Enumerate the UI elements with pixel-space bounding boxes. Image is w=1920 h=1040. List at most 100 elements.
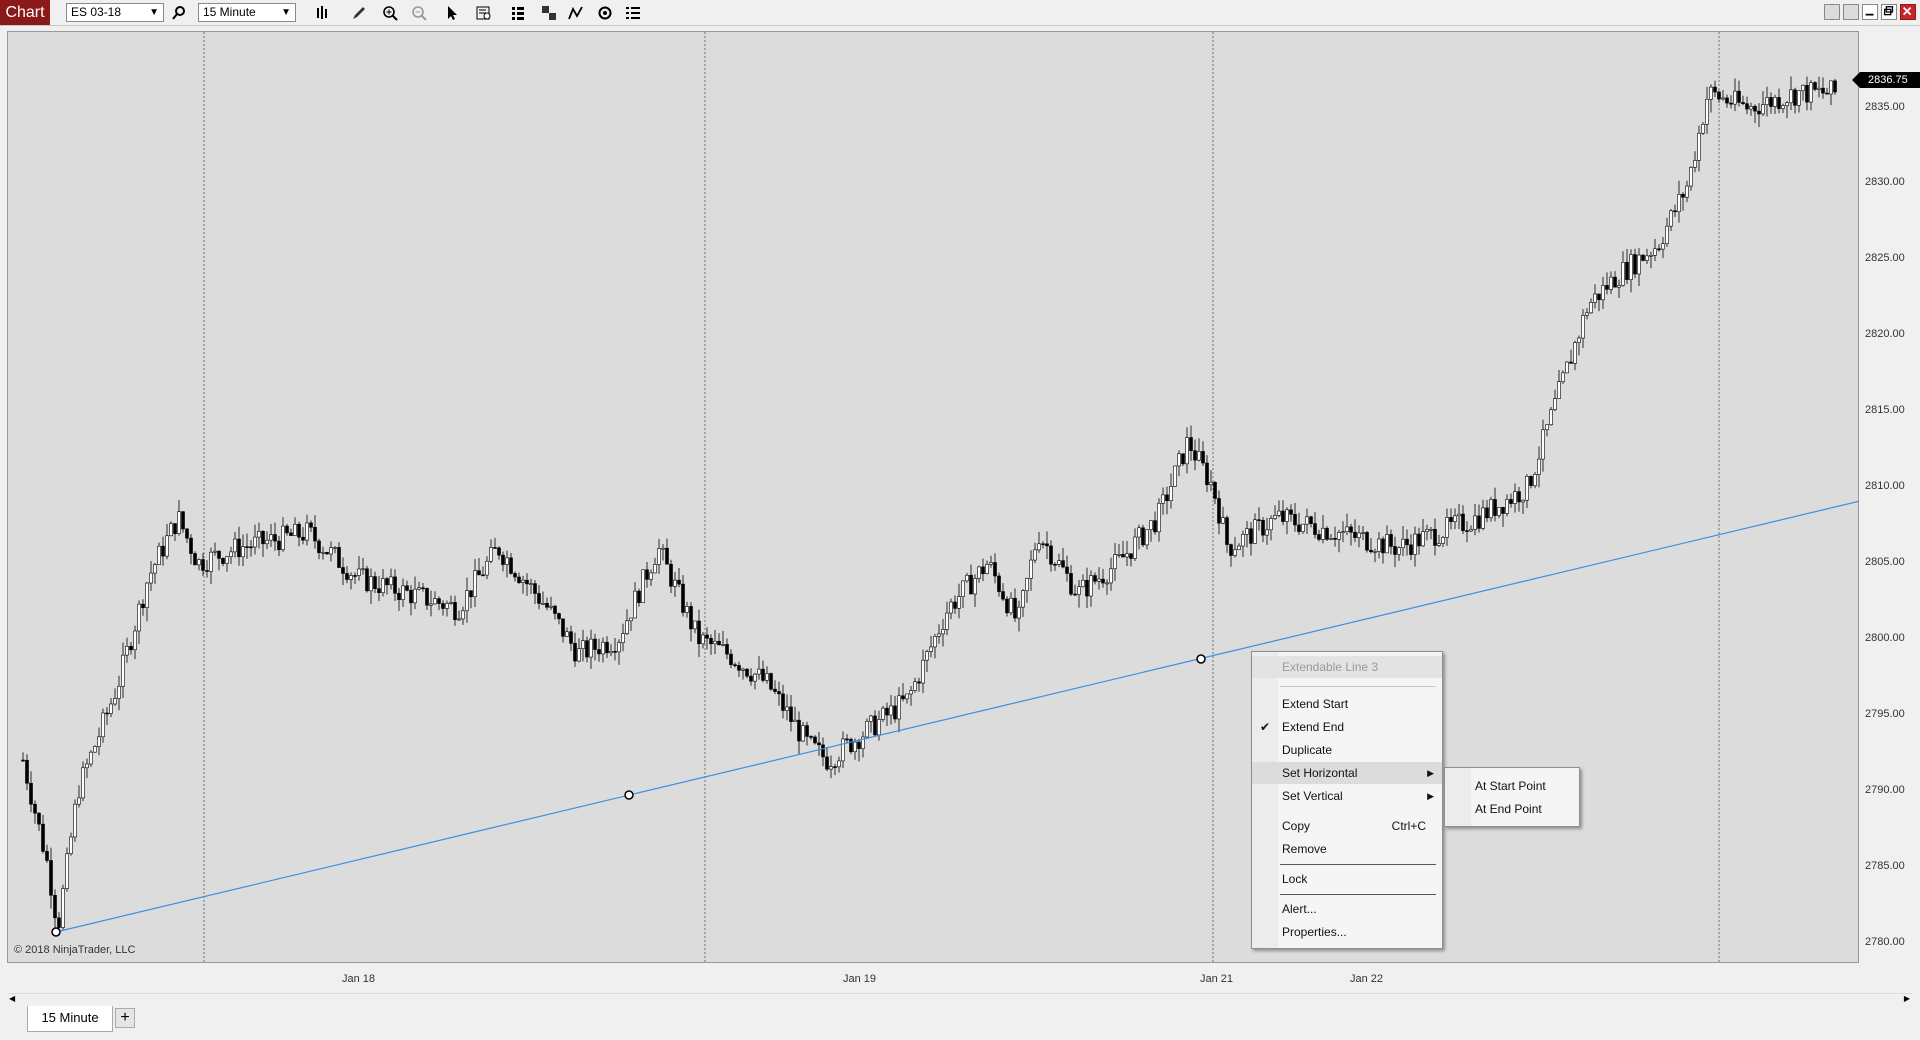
search-icon[interactable] xyxy=(169,3,189,23)
menu-set-vertical[interactable]: Set Vertical ▶ xyxy=(1252,785,1442,807)
menu-remove[interactable]: Remove xyxy=(1252,838,1442,860)
candle-body xyxy=(1157,502,1161,533)
time-axis[interactable]: Jan 18 Jan 19 Jan 21 Jan 22 xyxy=(7,963,1859,993)
trend-line-end-anchor[interactable] xyxy=(1196,654,1206,664)
candle-body xyxy=(797,719,801,742)
menu-set-horizontal[interactable]: Set Horizontal ▶ xyxy=(1252,762,1442,784)
candle-body xyxy=(49,860,53,896)
candle-body xyxy=(1181,453,1185,465)
candle-body xyxy=(69,836,73,854)
scroll-right-icon[interactable]: ▶ xyxy=(1904,994,1910,1003)
chart-tab-bar: 15 Minute + xyxy=(0,1005,1920,1040)
chart-panel[interactable]: © 2018 NinjaTrader, LLC xyxy=(7,31,1860,964)
candle-body xyxy=(1509,499,1513,504)
candle-body xyxy=(409,589,413,604)
zoom-in-icon[interactable] xyxy=(380,3,400,23)
candle-body xyxy=(193,553,197,566)
candle-body xyxy=(1737,90,1741,103)
candle-body xyxy=(365,568,369,592)
candle-body xyxy=(1593,293,1597,303)
candle-body xyxy=(153,564,157,574)
menu-at-end-point[interactable]: At End Point xyxy=(1445,798,1579,820)
tab-15-minute[interactable]: 15 Minute xyxy=(27,1006,113,1032)
price-tick: 2810.00 xyxy=(1865,480,1905,492)
strategies-icon[interactable] xyxy=(566,3,586,23)
candle-body xyxy=(45,851,49,861)
candle-body xyxy=(597,649,601,655)
candle-body xyxy=(329,547,333,555)
candle-body xyxy=(1833,80,1837,93)
candle-body xyxy=(313,526,317,542)
candle-body xyxy=(1285,509,1289,522)
price-plot[interactable] xyxy=(8,32,1860,964)
add-tab-button[interactable]: + xyxy=(115,1008,135,1028)
window-tile-icon[interactable] xyxy=(1824,4,1840,20)
candle-body xyxy=(1725,97,1729,104)
menu-properties[interactable]: Properties... xyxy=(1252,921,1442,943)
candle-body xyxy=(709,638,713,645)
candle-body xyxy=(1373,551,1377,553)
price-axis[interactable]: 2835.00 2830.00 2825.00 2820.00 2815.00 … xyxy=(1859,31,1920,963)
properties-icon[interactable] xyxy=(623,3,643,23)
menu-alert[interactable]: Alert... xyxy=(1252,898,1442,920)
trend-line-mid-anchor[interactable] xyxy=(624,790,634,800)
candle-body xyxy=(777,691,781,695)
candle-body xyxy=(1589,302,1593,314)
candle-body xyxy=(1665,225,1669,244)
trend-line-start-anchor[interactable] xyxy=(51,927,61,937)
chart-trader-icon[interactable] xyxy=(508,3,528,23)
extendable-trend-line[interactable] xyxy=(55,500,1860,933)
candle-body xyxy=(389,576,393,586)
candle-body xyxy=(637,590,641,603)
candle-body xyxy=(545,602,549,608)
candle-body xyxy=(989,562,993,565)
data-box-icon[interactable] xyxy=(474,3,494,23)
instrument-selector[interactable]: ES 03-18 ▼ xyxy=(66,3,164,22)
restore-icon[interactable] xyxy=(1881,4,1897,20)
window-cascade-icon[interactable] xyxy=(1843,4,1859,20)
candle-body xyxy=(1233,549,1237,556)
close-icon[interactable] xyxy=(1900,4,1916,20)
candle-body xyxy=(661,547,665,550)
menu-extend-start[interactable]: Extend Start xyxy=(1252,693,1442,715)
candle-body xyxy=(1249,528,1253,544)
candle-body xyxy=(1009,597,1013,614)
pencil-icon[interactable] xyxy=(349,3,369,23)
candle-body xyxy=(1605,285,1609,290)
candle-body xyxy=(1621,261,1625,286)
pointer-icon[interactable] xyxy=(442,3,462,23)
candle-body xyxy=(413,588,417,604)
candle-body xyxy=(1753,106,1757,112)
candle-body xyxy=(1721,97,1725,100)
price-tick: 2795.00 xyxy=(1865,708,1905,720)
candle-body xyxy=(845,738,849,741)
scroll-left-icon[interactable]: ◀ xyxy=(9,994,15,1003)
candle-body xyxy=(973,578,977,595)
menu-lock[interactable]: Lock xyxy=(1252,868,1442,890)
candle-body xyxy=(525,579,529,585)
menu-copy[interactable]: Copy Ctrl+C xyxy=(1252,815,1442,837)
candle-body xyxy=(689,606,693,630)
candle-body xyxy=(581,640,585,649)
minimize-icon[interactable] xyxy=(1862,4,1878,20)
zoom-out-icon[interactable] xyxy=(409,3,429,23)
menu-at-start-point[interactable]: At Start Point xyxy=(1445,775,1579,797)
candle-body xyxy=(769,673,773,690)
menu-extend-end[interactable]: ✔ Extend End xyxy=(1252,716,1442,738)
candle-body xyxy=(621,633,625,643)
horizontal-scrollbar[interactable]: ◀ ▶ xyxy=(7,993,1912,1005)
menu-duplicate[interactable]: Duplicate xyxy=(1252,739,1442,761)
candle-body xyxy=(1489,499,1493,519)
menu-extend-end-label: Extend End xyxy=(1282,720,1345,734)
interval-selector[interactable]: 15 Minute ▼ xyxy=(198,3,296,22)
candle-body xyxy=(113,698,117,705)
candle-body xyxy=(345,573,349,580)
candle-body xyxy=(673,579,677,587)
candle-body xyxy=(373,576,377,589)
candle-body xyxy=(37,812,41,825)
candle-body xyxy=(1177,453,1181,467)
candle-body xyxy=(1253,519,1257,544)
bar-type-icon[interactable] xyxy=(312,3,332,23)
indicators-icon[interactable] xyxy=(595,3,615,23)
templates-icon[interactable] xyxy=(539,3,559,23)
